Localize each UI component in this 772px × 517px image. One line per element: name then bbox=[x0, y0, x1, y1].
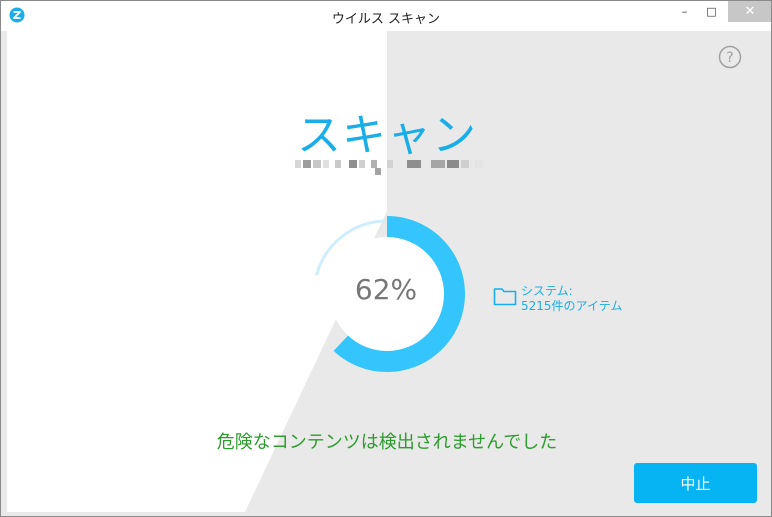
stop-button[interactable]: 中止 bbox=[634, 463, 757, 503]
virus-scan-window: ウイルス スキャン – □ ✕ ? スキャン 62% システム: 5215件のア… bbox=[0, 0, 772, 517]
window-title: ウイルス スキャン bbox=[331, 12, 441, 27]
close-icon: ✕ bbox=[744, 4, 756, 19]
maximize-icon: □ bbox=[706, 5, 717, 18]
close-button[interactable]: ✕ bbox=[728, 1, 771, 22]
minimize-button[interactable]: – bbox=[671, 1, 698, 22]
folder-icon bbox=[493, 288, 517, 306]
title-bar[interactable]: ウイルス スキャン – □ ✕ bbox=[1, 1, 771, 31]
scan-location: システム: 5215件のアイテム bbox=[521, 284, 622, 314]
scan-location-label: システム: bbox=[521, 284, 573, 298]
scan-heading: スキャン bbox=[297, 110, 477, 161]
scanning-file-path-blurred bbox=[295, 157, 495, 181]
help-button[interactable]: ? bbox=[718, 45, 742, 69]
progress-percentage: 62% bbox=[354, 273, 418, 306]
scan-item-count: 5215件のアイテム bbox=[521, 299, 623, 313]
scan-status-message: 危険なコンテンツは検出されませんでした bbox=[216, 432, 558, 453]
question-icon: ? bbox=[726, 50, 733, 66]
maximize-button[interactable]: □ bbox=[698, 1, 725, 22]
scan-content-area: ? スキャン 62% システム: 5215件のアイテム 危険なコンテンツは検出さ… bbox=[7, 31, 767, 512]
minimize-icon: – bbox=[681, 5, 688, 18]
